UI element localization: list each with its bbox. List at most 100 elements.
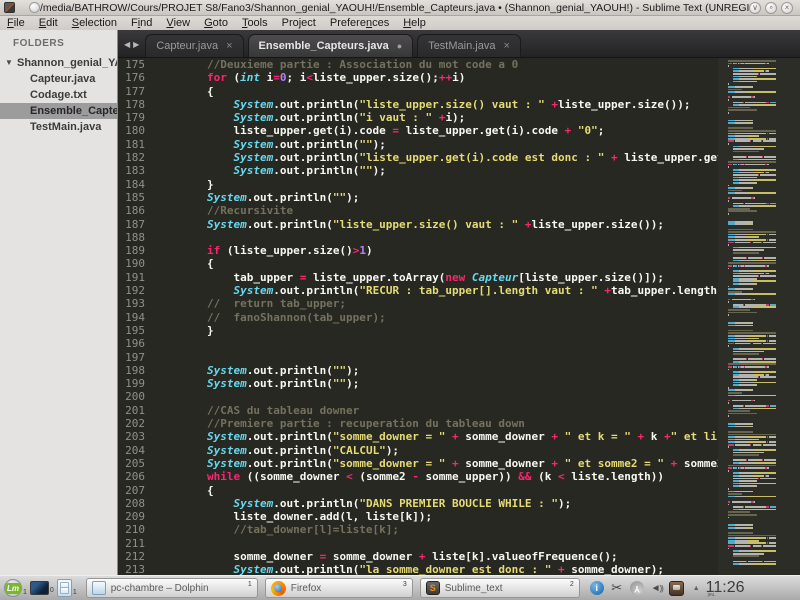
firefox-icon xyxy=(271,581,286,596)
tab-close-icon[interactable]: × xyxy=(226,40,232,52)
volume-icon: ◄ xyxy=(651,583,663,594)
usb-device-icon[interactable]: Y xyxy=(629,580,645,596)
minimap-zone xyxy=(718,58,800,575)
firefox-task-button[interactable]: Firefox3 xyxy=(265,578,413,598)
maximize-button[interactable]: ∘ xyxy=(765,2,777,14)
update-notifier-icon[interactable]: i xyxy=(589,580,605,596)
task-buttons: pc-chambre – Dolphin1 Firefox3 SSublime_te… xyxy=(86,578,587,598)
menu-project[interactable]: Project xyxy=(275,17,323,29)
code-line: 178 System.out.println("liste_upper.size… xyxy=(118,98,718,111)
code-line: 206 while ((somme_downer < (somme2 - som… xyxy=(118,470,718,483)
taskbar: Lm101 pc-chambre – Dolphin1 Firefox3 SSubl… xyxy=(0,575,800,600)
code-line: 176 for (int i=0; i<liste_upper.size();+… xyxy=(118,71,718,84)
modified-dot-icon: ● xyxy=(397,41,402,51)
clock-date: jeu. xyxy=(708,592,716,598)
code-line: 185 System.out.println(""); xyxy=(118,191,718,204)
menu-find[interactable]: Find xyxy=(124,17,159,29)
dolphin-task-button[interactable]: pc-chambre – Dolphin1 xyxy=(86,578,258,598)
code-line: 210 //tab_downer[l]=liste[k]; xyxy=(118,523,718,536)
code-line: 182 System.out.println("liste_upper.get(… xyxy=(118,151,718,164)
tray-expand-icon[interactable]: ▲ xyxy=(693,585,700,592)
code-line: 179 System.out.println("i vaut : " +i); xyxy=(118,111,718,124)
code-line: 195 } xyxy=(118,324,718,337)
menu-view[interactable]: View xyxy=(159,17,197,29)
code-line: 196 xyxy=(118,337,718,350)
file-manager-button[interactable]: 1 xyxy=(57,579,78,597)
minimize-button[interactable]: ∨ xyxy=(749,2,761,14)
sidebar-item-codage-txt[interactable]: Codage.txt xyxy=(0,87,117,103)
code-line: 198 System.out.println(""); xyxy=(118,364,718,377)
window-controls: ∨ ∘ × xyxy=(749,2,793,14)
folders-header: FOLDERS xyxy=(0,30,117,55)
menu-edit[interactable]: Edit xyxy=(32,17,65,29)
code-line: 187 System.out.println("liste_upper.size… xyxy=(118,218,718,231)
code-line: 209 liste_downer.add(l, liste[k]); xyxy=(118,510,718,523)
code-line: 203 System.out.println("somme_downer = "… xyxy=(118,430,718,443)
code-line: 199 System.out.println(""); xyxy=(118,377,718,390)
tabs: Capteur.java×Ensemble_Capteurs.java●Test… xyxy=(145,34,525,57)
sidebar-item-testmain-java[interactable]: TestMain.java xyxy=(0,119,117,135)
code-line: 175 //Deuxieme partie : Association du m… xyxy=(118,58,718,71)
code-line: 189 if (liste_upper.size()>1) xyxy=(118,244,718,257)
volume-icon[interactable]: ◄ xyxy=(649,580,665,596)
show-desktop-button[interactable]: 0 xyxy=(30,581,55,595)
code-line: 191 tab_upper = liste_upper.toArray(new … xyxy=(118,271,718,284)
tab-ensemble_capteurs-java[interactable]: Ensemble_Capteurs.java● xyxy=(248,34,414,57)
tab-scroll: ◀ ▶ xyxy=(118,40,145,57)
code-line: 180 liste_upper.get(i).code = liste_uppe… xyxy=(118,124,718,137)
menu-help[interactable]: Help xyxy=(396,17,433,29)
minimap[interactable] xyxy=(720,60,776,575)
code-line: 193 // return tab_upper; xyxy=(118,297,718,310)
menu-selection[interactable]: Selection xyxy=(65,17,124,29)
window-menu-button[interactable] xyxy=(29,2,40,13)
code-line: 188 xyxy=(118,231,718,244)
tab-scroll-right-icon[interactable]: ▶ xyxy=(133,40,139,49)
title-bar: /media/BATHROW/Cours/PROJET S8/Fano3/Sha… xyxy=(0,0,800,16)
show-desktop-icon xyxy=(30,581,49,595)
tab-capteur-java[interactable]: Capteur.java× xyxy=(145,34,243,57)
tab-testmain-java[interactable]: TestMain.java× xyxy=(417,34,521,57)
menu-preferences[interactable]: Preferences xyxy=(323,17,396,29)
menu-file[interactable]: File xyxy=(0,17,32,29)
code-line: 205 System.out.println("somme_downer = "… xyxy=(118,457,718,470)
clock[interactable]: 11:26 jeu. xyxy=(706,579,745,597)
code-line: 211 xyxy=(118,537,718,550)
menu-tools[interactable]: Tools xyxy=(235,17,275,29)
code-line: 177 { xyxy=(118,85,718,98)
code-line: 204 System.out.println("CALCUL"); xyxy=(118,444,718,457)
folder-expand-icon[interactable]: ▼ xyxy=(5,55,13,71)
sidebar-item-ensemble_capteurs-java[interactable]: Ensemble_Capteurs.java xyxy=(0,103,117,119)
folder-tree: ▼Shannon_genial_YAOUH!Capteur.javaCodage… xyxy=(0,55,117,135)
klipper-icon[interactable]: ✂ xyxy=(609,580,625,596)
tab-close-icon[interactable]: × xyxy=(503,40,509,52)
file-manager-icon xyxy=(57,579,72,597)
code-line: 212 somme_downer = somme_downer + liste[… xyxy=(118,550,718,563)
package-icon xyxy=(669,581,684,596)
tab-bar: ◀ ▶ Capteur.java×Ensemble_Capteurs.java●… xyxy=(118,30,800,58)
klipper-icon: ✂ xyxy=(611,580,622,596)
code-line: 190 { xyxy=(118,257,718,270)
code-line: 197 xyxy=(118,351,718,364)
mint-menu-button[interactable]: Lm1 xyxy=(4,579,28,597)
menu-bar: FileEditSelectionFindViewGotoToolsProjec… xyxy=(0,16,800,30)
usb-device-icon: Y xyxy=(630,581,644,595)
sublime-task-button[interactable]: SSublime_text2 xyxy=(420,578,580,598)
sidebar-item-shannon_genial_yaouh-[interactable]: ▼Shannon_genial_YAOUH! xyxy=(0,55,117,71)
close-button[interactable]: × xyxy=(781,2,793,14)
package-icon[interactable] xyxy=(669,580,685,596)
system-tray: i ✂ Y ◄ xyxy=(589,580,685,596)
tab-scroll-left-icon[interactable]: ◀ xyxy=(124,40,130,49)
code-line: 183 System.out.println(""); xyxy=(118,164,718,177)
code-line: 201 //CAS du tableau downer xyxy=(118,404,718,417)
menu-goto[interactable]: Goto xyxy=(197,17,235,29)
code-line: 207 { xyxy=(118,484,718,497)
code-line: 200 xyxy=(118,390,718,403)
update-notifier-icon: i xyxy=(590,581,604,595)
code-line: 181 System.out.println(""); xyxy=(118,138,718,151)
code-area[interactable]: 175 //Deuxieme partie : Association du m… xyxy=(118,58,718,575)
sidebar-item-capteur-java[interactable]: Capteur.java xyxy=(0,71,117,87)
sublime-icon: S xyxy=(426,581,440,595)
mint-menu-icon: Lm xyxy=(4,579,22,597)
code-line: 202 //Premiere partie : recuperation du … xyxy=(118,417,718,430)
dolphin-icon xyxy=(92,581,106,595)
